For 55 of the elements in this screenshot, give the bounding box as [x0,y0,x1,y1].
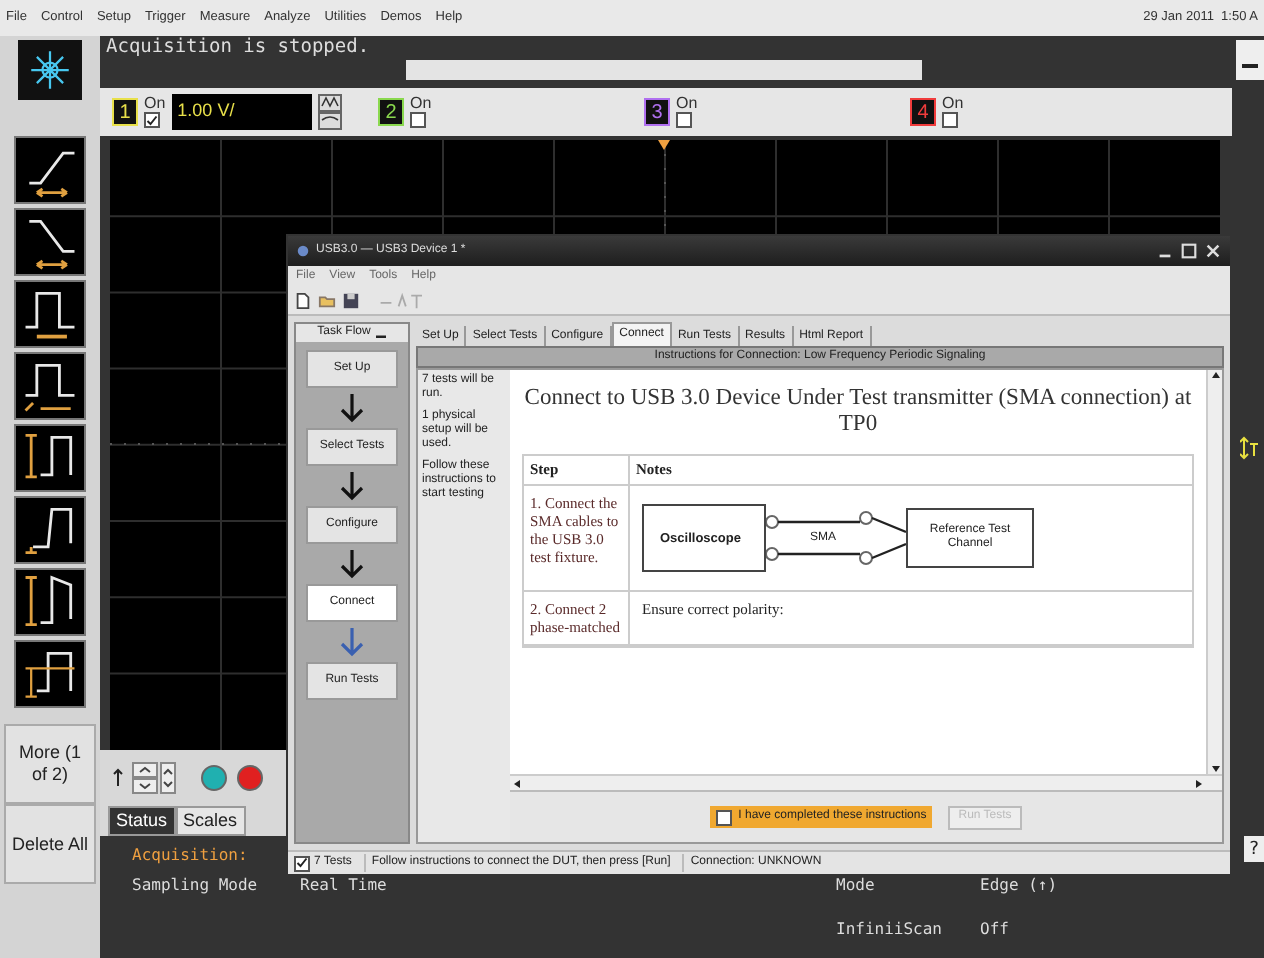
scale-field[interactable]: 1.00 V/ [171,94,312,130]
open-folder-icon[interactable] [318,292,336,310]
app-icon [296,244,310,258]
measurement-icon[interactable] [14,352,86,420]
trigger-position-icon [658,140,670,150]
run-button-icon[interactable] [200,764,228,792]
channel-number[interactable]: 2 [378,98,404,126]
channel-on-label: On [942,96,964,112]
status-label: InfiniiScan [836,918,944,942]
status-heading: Acquisition: [132,844,248,868]
channel-on-label: On [144,96,166,112]
measurement-icon[interactable] [14,280,86,348]
status-label: Mode [836,874,877,898]
new-file-icon[interactable] [294,292,312,310]
instructions-heading: Connect to USB 3.0 Device Under Test transmitter (SMA connection) at TP0 [522,386,1194,438]
measurement-icon[interactable] [14,136,86,204]
channel-number[interactable]: 4 [910,98,936,126]
minimize-icon[interactable] [1236,40,1264,80]
measurement-icon[interactable] [14,496,86,564]
checkbox[interactable] [410,112,426,128]
help-button[interactable]: ? [1244,836,1264,862]
side-button[interactable]: Delete All [4,804,96,884]
checkbox[interactable] [942,112,958,128]
logo-icon[interactable] [18,40,82,100]
checkbox[interactable] [144,112,160,128]
status-value: Real Time [300,874,389,898]
status-value: Off [980,918,1011,942]
panel-tab[interactable]: Scales [175,806,246,836]
close-icon[interactable] [1204,242,1222,260]
checkbox[interactable] [294,855,310,871]
panel-tab[interactable]: Status [108,806,176,836]
side-button[interactable]: More (1 of 2) [4,724,96,804]
measurement-icon[interactable] [14,568,86,636]
down-arrow-icon [340,392,364,424]
up-arrow-icon[interactable] [112,768,124,788]
down-arrow-icon [340,470,364,502]
down-arrow-icon [340,548,364,580]
channel-number[interactable]: 1 [112,98,138,126]
save-icon[interactable] [342,292,360,310]
measurement-icon[interactable] [14,640,86,708]
channel-number[interactable]: 3 [644,98,670,126]
status-message: Acquisition is stopped. [106,36,372,60]
maximize-icon[interactable] [1180,242,1198,260]
status-label: Sampling Mode [132,874,260,898]
scroll-buttons-icon[interactable] [132,762,180,794]
checkbox[interactable] [716,809,733,825]
measurement-icon[interactable] [14,208,86,276]
trigger-level-icon [1240,436,1260,460]
checkbox[interactable] [676,112,692,128]
status-value: Edge (↑) [980,874,1060,898]
measurement-icon[interactable] [14,424,86,492]
channel-on-label: On [676,96,698,112]
stop-button-icon[interactable] [236,764,264,792]
channel-on-label: On [410,96,432,112]
down-arrow-icon [340,626,364,658]
